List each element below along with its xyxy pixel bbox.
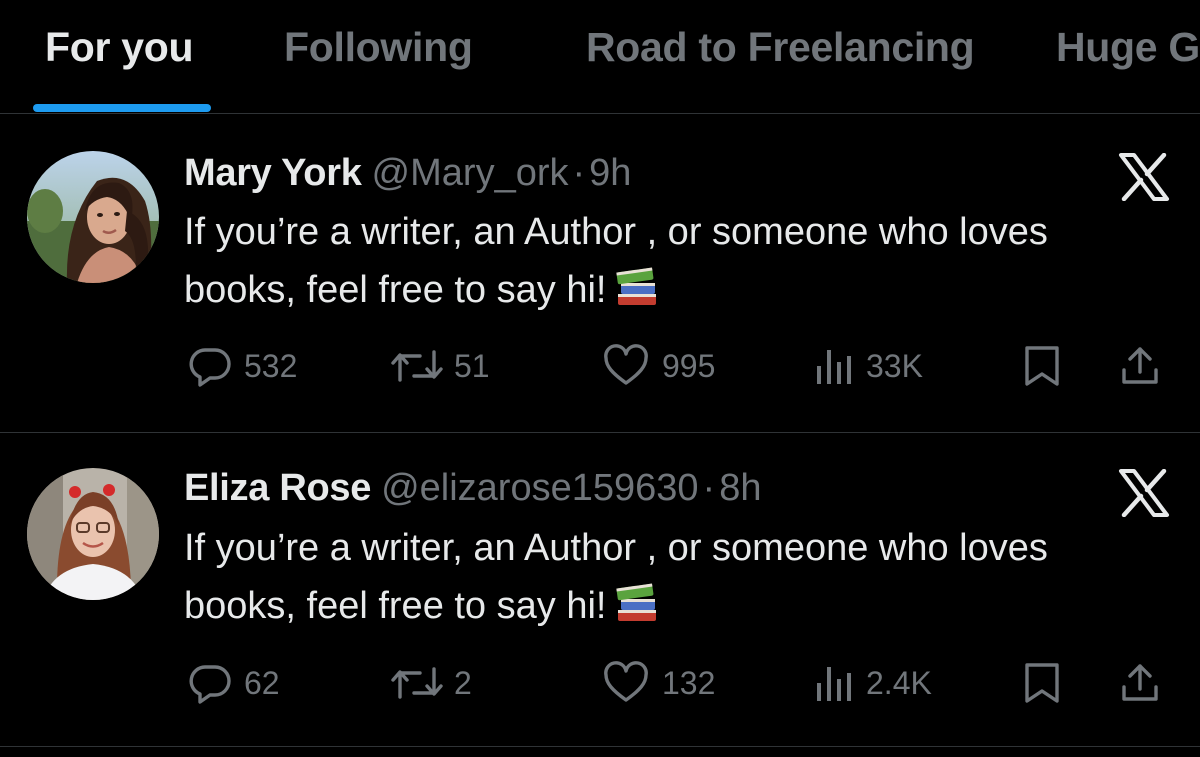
- post-time[interactable]: 9h: [589, 152, 631, 194]
- tab-road-to-freelancing[interactable]: Road to Freelancing: [586, 24, 975, 71]
- books-icon: [616, 267, 657, 305]
- heart-icon: [604, 344, 648, 385]
- views-icon: [817, 667, 851, 701]
- like-count: 132: [662, 664, 716, 701]
- books-icon: [616, 583, 657, 621]
- avatar[interactable]: [27, 468, 159, 600]
- post-text: If you’re a writer, an Author , or someo…: [184, 203, 1144, 319]
- avatar-image: [27, 151, 159, 283]
- repost-button[interactable]: 51: [388, 341, 490, 391]
- post-actions: 532 51 995 33K: [0, 341, 1200, 391]
- tab-for-you[interactable]: For you: [45, 24, 194, 71]
- avatar-image: [27, 468, 159, 600]
- avatar[interactable]: [27, 151, 159, 283]
- author-name[interactable]: Mary York: [184, 152, 362, 194]
- bookmark-button[interactable]: [1022, 658, 1062, 708]
- repost-button[interactable]: 2: [388, 658, 472, 708]
- post-actions: 62 2 132 2.4K: [0, 658, 1200, 708]
- header-separator: ·: [572, 152, 586, 194]
- bookmark-icon: [1025, 663, 1059, 703]
- bookmark-icon: [1025, 346, 1059, 386]
- post-header: Eliza Rose @elizarose159630 · 8h: [184, 465, 761, 511]
- views-icon: [817, 350, 851, 384]
- share-icon: [1122, 664, 1158, 701]
- timeline-tabs: For you Following Road to Freelancing Hu…: [0, 0, 1200, 114]
- reply-button[interactable]: 62: [188, 658, 280, 708]
- repost-icon: [391, 667, 443, 699]
- reply-icon: [189, 348, 231, 387]
- like-button[interactable]: 995: [602, 341, 715, 391]
- reply-icon: [189, 665, 231, 704]
- share-button[interactable]: [1118, 341, 1162, 391]
- view-count: 2.4K: [866, 664, 932, 701]
- heart-icon: [604, 661, 648, 702]
- post-header: Mary York @Mary_ork · 9h: [184, 150, 631, 196]
- active-tab-indicator: [33, 104, 211, 112]
- repost-count: 51: [454, 347, 490, 384]
- x-logo-icon[interactable]: [1118, 469, 1170, 517]
- tab-following[interactable]: Following: [284, 24, 473, 71]
- x-logo-icon[interactable]: [1118, 153, 1170, 201]
- post-text: If you’re a writer, an Author , or someo…: [184, 519, 1144, 635]
- post-time[interactable]: 8h: [719, 467, 761, 509]
- views-button[interactable]: 2.4K: [814, 658, 932, 708]
- author-name[interactable]: Eliza Rose: [184, 467, 371, 509]
- bookmark-button[interactable]: [1022, 341, 1062, 391]
- author-handle[interactable]: @Mary_ork: [372, 152, 569, 194]
- reply-count: 62: [244, 664, 280, 701]
- tab-huge-g[interactable]: Huge G: [1056, 24, 1200, 71]
- post-item[interactable]: Mary York @Mary_ork · 9h If you’re a writer…: [0, 115, 1200, 433]
- post-item[interactable]: Eliza Rose @elizarose159630 · 8h If you’re …: [0, 433, 1200, 747]
- views-button[interactable]: 33K: [814, 341, 923, 391]
- repost-count: 2: [454, 664, 472, 701]
- share-icon: [1122, 347, 1158, 384]
- like-count: 995: [662, 347, 716, 384]
- share-button[interactable]: [1118, 658, 1162, 708]
- header-separator: ·: [702, 467, 716, 509]
- reply-button[interactable]: 532: [188, 341, 297, 391]
- like-button[interactable]: 132: [602, 658, 715, 708]
- reply-count: 532: [244, 347, 298, 384]
- view-count: 33K: [866, 347, 923, 384]
- author-handle[interactable]: @elizarose159630: [381, 467, 698, 509]
- repost-icon: [391, 350, 443, 382]
